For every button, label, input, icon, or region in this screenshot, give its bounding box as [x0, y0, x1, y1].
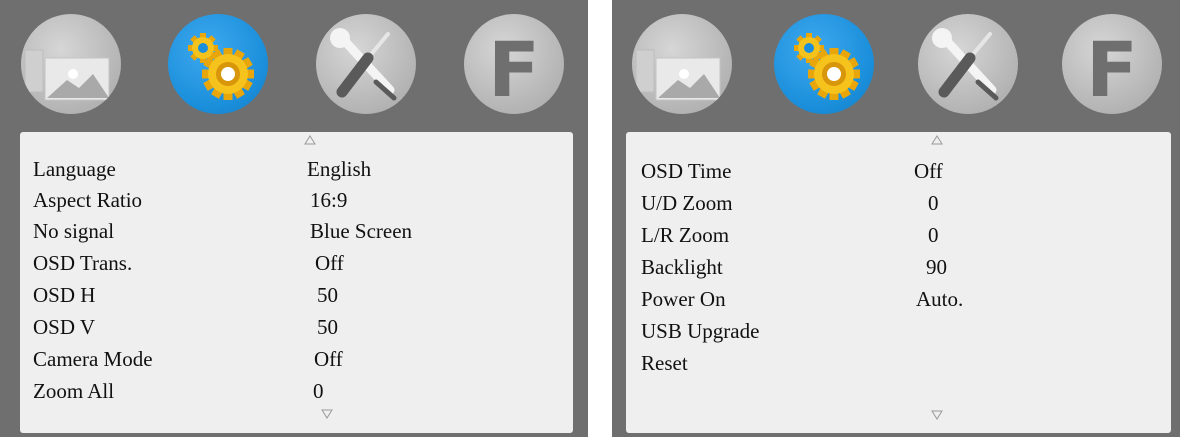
- factory-letter: F: [1086, 25, 1138, 114]
- tab-picture[interactable]: [632, 14, 732, 114]
- menu-row-osd-time[interactable]: OSD Time Off: [626, 156, 1171, 187]
- row-label: OSD Time: [641, 159, 732, 183]
- row-value: 16:9: [310, 188, 348, 212]
- tab-factory[interactable]: F: [464, 14, 564, 114]
- row-label: L/R Zoom: [641, 223, 730, 247]
- tab-settings[interactable]: [774, 14, 874, 114]
- tab-picture[interactable]: [21, 14, 121, 114]
- menu-row-backlight[interactable]: Backlight 90: [626, 252, 1171, 283]
- menu-row-osd-h[interactable]: OSD H 50: [20, 280, 573, 311]
- factory-letter: F: [488, 25, 540, 114]
- tab-factory[interactable]: F: [1062, 14, 1162, 114]
- menu-row-camera-mode[interactable]: Camera Mode Off: [20, 344, 573, 375]
- menu-row-reset[interactable]: Reset: [626, 348, 1171, 379]
- menu-row-osd-v[interactable]: OSD V 50: [20, 312, 573, 343]
- menu-row-aspect-ratio[interactable]: Aspect Ratio 16:9: [20, 185, 573, 216]
- row-label: Language: [33, 157, 116, 181]
- row-label: OSD Trans.: [33, 251, 133, 275]
- menu-row-no-signal[interactable]: No signal Blue Screen: [20, 216, 573, 247]
- row-label: Backlight: [641, 255, 723, 279]
- picture-icon: [24, 49, 110, 101]
- tab-settings[interactable]: [168, 14, 268, 114]
- row-value: 0: [928, 223, 939, 247]
- row-value: English: [307, 157, 372, 181]
- menu-row-language[interactable]: Language English: [20, 154, 573, 185]
- settings-gears-icon: [794, 33, 860, 100]
- picture-icon: [635, 49, 721, 101]
- row-value: Auto.: [916, 287, 964, 311]
- menu-tab-bar: F: [0, 0, 588, 130]
- factory-icon: F: [488, 25, 540, 114]
- settings-gears-icon: [188, 33, 254, 100]
- row-value: Off: [314, 347, 343, 371]
- row-label: Power On: [641, 287, 726, 311]
- osd-panel-left: F Language English Aspect Ratio 16:9 No …: [0, 0, 588, 437]
- row-value: 90: [926, 255, 947, 279]
- row-label: USB Upgrade: [641, 319, 760, 343]
- row-label: Zoom All: [33, 379, 115, 403]
- tools-icon: [932, 28, 999, 101]
- row-label: Reset: [641, 351, 688, 375]
- row-label: OSD H: [33, 283, 96, 307]
- tab-tools[interactable]: [316, 14, 416, 114]
- menu-row-osd-trans[interactable]: OSD Trans. Off: [20, 248, 573, 279]
- row-label: No signal: [33, 219, 115, 243]
- menu-row-ud-zoom[interactable]: U/D Zoom 0: [626, 188, 1171, 219]
- factory-icon: F: [1086, 25, 1138, 114]
- menu-row-zoom-all[interactable]: Zoom All 0: [20, 376, 573, 407]
- tools-icon: [330, 28, 397, 101]
- scroll-down-arrow-icon[interactable]: [321, 409, 333, 419]
- menu-row-usb-upgrade[interactable]: USB Upgrade: [626, 316, 1171, 347]
- row-label: Aspect Ratio: [33, 188, 143, 212]
- tab-tools[interactable]: [918, 14, 1018, 114]
- menu-list: OSD Time Off U/D Zoom 0 L/R Zoom 0 Backl…: [626, 132, 1171, 433]
- osd-panel-right: F OSD Time Off U/D Zoom 0 L/R Zoom 0 Bac…: [612, 0, 1180, 437]
- row-value: 50: [317, 283, 338, 307]
- row-value: 50: [317, 315, 338, 339]
- menu-tab-bar: F: [612, 0, 1180, 130]
- menu-row-lr-zoom[interactable]: L/R Zoom 0: [626, 220, 1171, 251]
- row-label: U/D Zoom: [641, 191, 733, 215]
- row-value: Off: [315, 251, 344, 275]
- row-value: 0: [313, 379, 324, 403]
- row-label: Camera Mode: [33, 347, 153, 371]
- scroll-up-arrow-icon[interactable]: [931, 135, 943, 145]
- scroll-down-arrow-icon[interactable]: [931, 410, 943, 420]
- row-value: Off: [914, 159, 943, 183]
- row-value: Blue Screen: [310, 219, 413, 243]
- scroll-up-arrow-icon[interactable]: [304, 135, 316, 145]
- menu-row-power-on[interactable]: Power On Auto.: [626, 284, 1171, 315]
- row-label: OSD V: [33, 315, 96, 339]
- row-value: 0: [928, 191, 939, 215]
- menu-list: Language English Aspect Ratio 16:9 No si…: [20, 132, 573, 433]
